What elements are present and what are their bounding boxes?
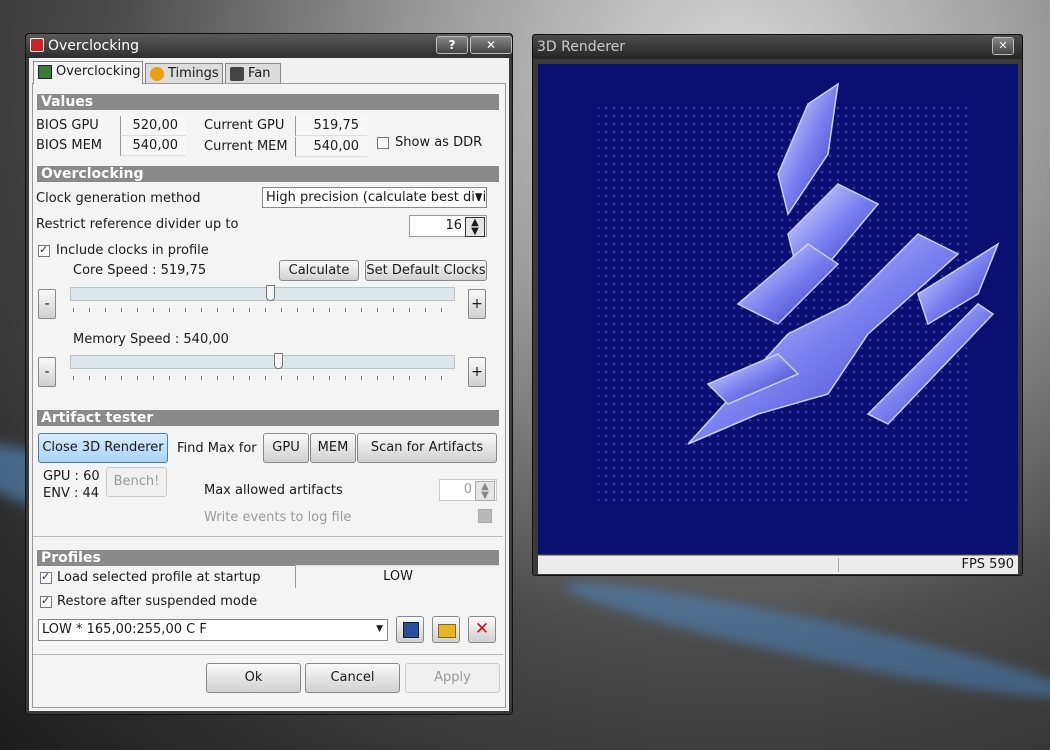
render-scene	[598, 82, 1000, 504]
values-header: Values	[37, 94, 499, 110]
current-mem-value: 540,00	[295, 137, 367, 157]
startup-profile-display: LOW	[295, 565, 500, 588]
bench-button[interactable]: Bench!	[106, 467, 167, 497]
renderer-viewport	[538, 64, 1018, 554]
spinner-arrows-icon[interactable]: ▲ ▼	[465, 217, 485, 237]
window-client: Overclocking Timings Fan Values BIOS GPU…	[29, 58, 509, 711]
app-icon	[30, 38, 44, 52]
find-max-mem-button[interactable]: MEM	[310, 433, 356, 463]
profiles-header: Profiles	[37, 550, 499, 566]
renderer-close-button[interactable]: ✕	[992, 37, 1014, 55]
max-artifacts-value: 0	[463, 482, 472, 497]
core-minus-button[interactable]: -	[38, 289, 56, 319]
load-startup-label: Load selected profile at startup	[57, 570, 261, 585]
close-3d-renderer-button[interactable]: Close 3D Renderer	[38, 433, 168, 463]
include-clocks-checkbox[interactable]	[38, 243, 50, 257]
fps-counter: FPS 590	[961, 557, 1014, 572]
bios-mem-value: 540,00	[120, 136, 186, 156]
memory-minus-button[interactable]: -	[38, 357, 56, 387]
spinner-arrows-icon[interactable]: ▲ ▼	[475, 481, 495, 501]
clock-method-select[interactable]: High precision (calculate best divi ▼	[262, 187, 487, 208]
overclocking-header: Overclocking	[37, 166, 499, 182]
show-ddr-label: Show as DDR	[395, 135, 483, 150]
overclocking-panel: Values BIOS GPU 520,00 BIOS MEM 540,00 C…	[32, 83, 506, 708]
max-artifacts-label: Max allowed artifacts	[204, 483, 343, 498]
fan-icon	[230, 67, 244, 81]
tab-label: Timings	[168, 66, 219, 81]
clock-method-value: High precision (calculate best divi	[266, 190, 487, 205]
open-profile-button[interactable]	[432, 616, 460, 643]
window-title: Overclocking	[48, 38, 139, 54]
bios-gpu-label: BIOS GPU	[36, 118, 99, 133]
current-mem-label: Current MEM	[204, 139, 288, 154]
max-artifacts-spinner[interactable]: 0 ▲ ▼	[439, 479, 497, 501]
renderer-window: 3D Renderer ✕ FPS 590	[532, 34, 1023, 576]
restore-checkbox[interactable]	[40, 594, 52, 608]
restrict-divider-spinner[interactable]: 16 ▲ ▼	[409, 215, 487, 237]
memory-speed-track	[70, 355, 455, 369]
cancel-button[interactable]: Cancel	[305, 663, 400, 693]
find-max-gpu-button[interactable]: GPU	[263, 433, 309, 463]
tab-overclocking[interactable]: Overclocking	[33, 61, 143, 84]
core-speed-label: Core Speed : 519,75	[73, 263, 207, 278]
help-button[interactable]: ?	[436, 36, 468, 54]
calculate-button[interactable]: Calculate	[279, 260, 359, 281]
save-profile-button[interactable]	[396, 616, 424, 643]
profile-select[interactable]: LOW * 165,00:255,00 C F ▼	[38, 619, 388, 641]
include-clocks-label: Include clocks in profile	[56, 243, 209, 258]
core-speed-track	[70, 287, 455, 301]
memory-speed-slider[interactable]	[273, 353, 283, 369]
renderer-title: 3D Renderer	[537, 39, 626, 55]
overclocking-window: Overclocking ? ✕ Overclocking Timings Fa…	[25, 33, 513, 715]
chevron-down-icon: ▼	[475, 192, 482, 202]
core-speed-slider[interactable]	[266, 285, 276, 301]
env-temp-label: ENV : 44	[43, 486, 100, 501]
close-button[interactable]: ✕	[470, 36, 512, 54]
floppy-disk-icon	[403, 622, 419, 638]
tab-label: Fan	[248, 66, 271, 81]
find-max-label: Find Max for	[177, 441, 257, 456]
renderer-titlebar[interactable]: 3D Renderer ✕	[533, 35, 1022, 59]
ok-button[interactable]: Ok	[206, 663, 301, 693]
status-divider	[838, 558, 839, 572]
tab-fan[interactable]: Fan	[225, 63, 281, 83]
divider	[33, 654, 503, 655]
apply-button[interactable]: Apply	[405, 663, 500, 693]
artifact-tester-header: Artifact tester	[37, 410, 499, 426]
write-events-label: Write events to log file	[204, 510, 352, 525]
restrict-value: 16	[445, 218, 462, 233]
divider	[33, 536, 503, 537]
current-gpu-label: Current GPU	[204, 118, 285, 133]
memory-plus-button[interactable]: +	[468, 357, 486, 387]
write-events-checkbox[interactable]	[478, 509, 492, 523]
wallpaper-streak	[561, 566, 1050, 714]
memory-ticks	[73, 376, 453, 380]
bios-gpu-value: 520,00	[120, 116, 186, 136]
show-ddr-checkbox[interactable]	[377, 137, 389, 149]
current-gpu-value: 519,75	[295, 116, 367, 136]
load-startup-checkbox[interactable]	[40, 570, 52, 584]
renderer-statusbar: FPS 590	[538, 555, 1018, 574]
bios-mem-label: BIOS MEM	[36, 138, 103, 153]
tab-timings[interactable]: Timings	[145, 63, 223, 83]
core-plus-button[interactable]: +	[468, 289, 486, 319]
set-default-clocks-button[interactable]: Set Default Clocks	[365, 260, 487, 281]
scan-artifacts-button[interactable]: Scan for Artifacts	[357, 433, 497, 463]
delete-icon: ✕	[474, 619, 490, 639]
delete-profile-button[interactable]: ✕	[468, 616, 496, 643]
restrict-label: Restrict reference divider up to	[36, 217, 239, 232]
profile-select-value: LOW * 165,00:255,00 C F	[42, 622, 207, 637]
memory-speed-label: Memory Speed : 540,00	[73, 332, 229, 347]
folder-icon	[438, 624, 456, 638]
timer-icon	[150, 67, 164, 81]
clock-method-label: Clock generation method	[36, 191, 201, 206]
core-ticks	[73, 308, 453, 312]
tab-label: Overclocking	[56, 64, 141, 79]
overclocking-titlebar[interactable]: Overclocking ? ✕	[26, 34, 512, 58]
restore-label: Restore after suspended mode	[57, 594, 258, 609]
gpu-temp-label: GPU : 60	[43, 469, 100, 484]
chevron-down-icon: ▼	[376, 624, 383, 634]
chip-icon	[38, 65, 52, 79]
